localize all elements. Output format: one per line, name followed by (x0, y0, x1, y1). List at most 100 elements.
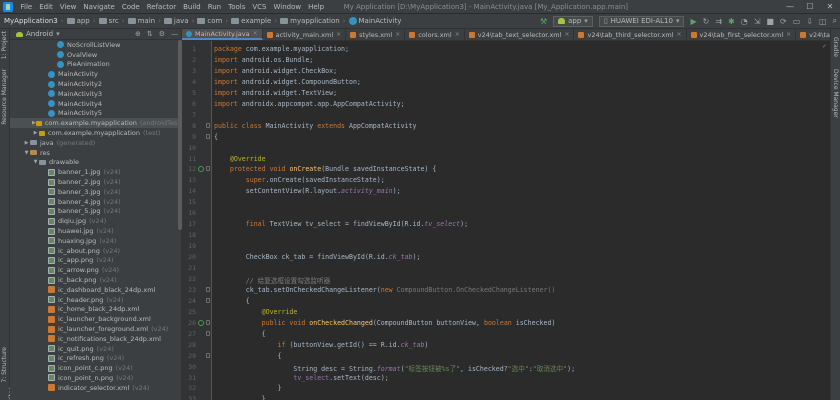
menu-item-refactor[interactable]: Refactor (143, 3, 179, 11)
tree-item[interactable]: banner_1.jpg (v24) (10, 167, 178, 177)
tree-item[interactable]: banner_4.jpg (v24) (10, 197, 178, 207)
tree-item[interactable]: PieAnimation (10, 60, 178, 70)
search-icon[interactable]: ⌕ (833, 16, 837, 26)
hide-icon[interactable]: — (171, 30, 178, 38)
fold-marker-icon[interactable] (206, 122, 210, 128)
fold-marker-icon[interactable] (206, 319, 210, 325)
close-tab-icon[interactable]: × (395, 31, 400, 38)
tree-item[interactable]: ic_launcher_foreground.xml (v24) (10, 324, 178, 334)
close-tab-icon[interactable]: × (677, 31, 682, 38)
tree-item[interactable]: ic_refresh.png (v24) (10, 354, 178, 364)
tree-item[interactable]: ic_quit.png (v24) (10, 344, 178, 354)
menu-item-edit[interactable]: Edit (36, 3, 57, 11)
editor-tab[interactable]: v24\tab_text_selector.xml × (465, 29, 575, 40)
close-tab-icon[interactable]: × (253, 30, 258, 37)
editor-scrollbar[interactable] (820, 41, 830, 400)
tree-item[interactable]: MainActivity4 (10, 99, 178, 109)
project-tool-tab[interactable]: 1: Project (1, 31, 8, 59)
fold-marker-icon[interactable] (206, 166, 210, 172)
editor-tab[interactable]: v24\tab_first_selector.xml × (687, 29, 797, 40)
tree-item[interactable]: ▼ drawable (10, 158, 178, 168)
apply-code-changes-icon[interactable]: ⇉ (715, 17, 722, 26)
breadcrumb-item[interactable]: src (98, 17, 119, 25)
tree-item[interactable]: huawei.jpg (v24) (10, 226, 178, 236)
inspection-ok-icon[interactable]: ✓ (822, 43, 828, 50)
tree-item[interactable]: ic_app.png (v24) (10, 256, 178, 266)
tree-item[interactable]: OvalView (10, 50, 178, 60)
tree-item[interactable]: huaxing.jpg (v24) (10, 236, 178, 246)
menu-item-window[interactable]: Window (270, 3, 305, 11)
menu-item-tools[interactable]: Tools (225, 3, 249, 11)
debug-icon[interactable]: ✱ (728, 17, 735, 26)
tree-item[interactable]: ic_notifications_black_24dp.xml (10, 334, 178, 344)
tree-item[interactable]: diqiu.jpg (v24) (10, 216, 178, 226)
tree-item[interactable]: ▶ com.example.myapplication (test) (10, 128, 178, 138)
editor-tab[interactable]: styles.xml × (346, 29, 406, 40)
structure-tool-tab[interactable]: 7: Structure (1, 347, 8, 383)
menu-item-help[interactable]: Help (305, 3, 328, 11)
gradle-tool-tab[interactable]: Gradle (832, 37, 839, 57)
fold-marker-icon[interactable] (206, 286, 210, 292)
tree-item[interactable]: icon_point_n.png (v24) (10, 373, 178, 383)
tree-item[interactable]: ic_launcher_background.xml (10, 314, 178, 324)
menu-item-vcs[interactable]: VCS (249, 3, 270, 11)
menu-item-build[interactable]: Build (180, 3, 205, 11)
tree-item[interactable]: ic_dashboard_black_24dp.xml (10, 285, 178, 295)
tree-item[interactable]: banner_5.jpg (v24) (10, 207, 178, 217)
stop-icon[interactable]: ■ (766, 17, 774, 26)
menu-item-code[interactable]: Code (118, 3, 143, 11)
code-area[interactable]: package com.example.myapplication; import… (214, 41, 812, 400)
layout-inspector-icon[interactable]: ◫ (819, 17, 827, 26)
locate-icon[interactable]: ⊕ (135, 30, 141, 38)
maximize-button[interactable]: ☐ (800, 2, 820, 11)
tree-item[interactable]: MainActivity5 (10, 109, 178, 119)
tree-item[interactable]: ic_home_black_24dp.xml (10, 305, 178, 315)
chevron-down-icon[interactable]: ▼ (32, 159, 39, 165)
menu-item-view[interactable]: View (56, 3, 80, 11)
tree-item[interactable]: MainActivity2 (10, 79, 178, 89)
editor-tab[interactable]: v24\tab_third_selector.xml × (574, 29, 687, 40)
editor-tab[interactable]: MainActivity.java × (182, 29, 263, 40)
close-tab-icon[interactable]: × (336, 31, 341, 38)
minimize-button[interactable]: — (780, 2, 800, 11)
close-tab-icon[interactable]: × (564, 31, 569, 38)
run-config-dropdown[interactable]: app ▾ (553, 15, 593, 27)
make-project-hammer-icon[interactable]: ⚒ (540, 17, 547, 26)
tree-item[interactable]: NoScrollListView (10, 40, 178, 50)
fold-marker-icon[interactable] (206, 133, 210, 139)
breadcrumb-item[interactable]: MyApplication3 (4, 17, 58, 25)
chevron-right-icon[interactable]: ▶ (23, 140, 30, 146)
avd-manager-icon[interactable]: ▭ (793, 17, 801, 26)
tree-item[interactable]: ▶ java (generated) (10, 138, 178, 148)
breadcrumb-item[interactable]: example (231, 17, 271, 25)
tree-item[interactable]: ic_about.png (v24) (10, 246, 178, 256)
editor-tab[interactable]: v24\tab_bg_selector.xml× (796, 29, 830, 40)
close-tab-icon[interactable]: × (786, 31, 791, 38)
tree-item[interactable]: MainActivity (10, 69, 178, 79)
tree-item[interactable]: ▶com.example.myapplication(androidTest) (10, 118, 178, 129)
override-marker-icon[interactable] (198, 166, 204, 173)
breadcrumb-item[interactable]: app (66, 17, 90, 25)
tree-item[interactable]: icon_point_c.png (v24) (10, 363, 178, 373)
gear-icon[interactable]: ⚙ (159, 30, 165, 38)
profile-icon[interactable]: ◔ (741, 17, 748, 26)
tree-item[interactable]: ic_header.png (v24) (10, 295, 178, 305)
close-window-button[interactable]: ✕ (820, 2, 840, 11)
run-icon[interactable]: ▶ (690, 17, 696, 26)
sdk-manager-icon[interactable]: ⇩ (806, 17, 813, 26)
tree-item[interactable]: MainActivity3 (10, 89, 178, 99)
device-dropdown[interactable]: ▯ HUAWEI EDI-AL10 ▾ (598, 15, 685, 27)
chevron-down-icon[interactable]: ▼ (23, 150, 30, 156)
tree-item[interactable]: ic_arrow.png (v24) (10, 265, 178, 275)
line-number-gutter[interactable]: 1 2 3 4 5 6 7 8 9 10 11 12 13 14 15 16 17 18 19 20 21 22 23 24 2… (182, 41, 212, 400)
breadcrumb-item[interactable]: java (163, 17, 189, 25)
close-tab-icon[interactable]: × (455, 31, 460, 38)
tree-item[interactable]: ▼ res (10, 148, 178, 158)
breadcrumb-item[interactable]: com (197, 17, 222, 25)
device-manager-tool-tab[interactable]: Device Manager (832, 69, 839, 118)
breadcrumb-item[interactable]: main (127, 17, 155, 25)
sync-gradle-icon[interactable]: ⟳ (780, 17, 787, 26)
resource-manager-tool-tab[interactable]: Resource Manager (1, 69, 8, 125)
menu-item-run[interactable]: Run (204, 3, 224, 11)
override-marker-icon[interactable] (198, 319, 204, 326)
